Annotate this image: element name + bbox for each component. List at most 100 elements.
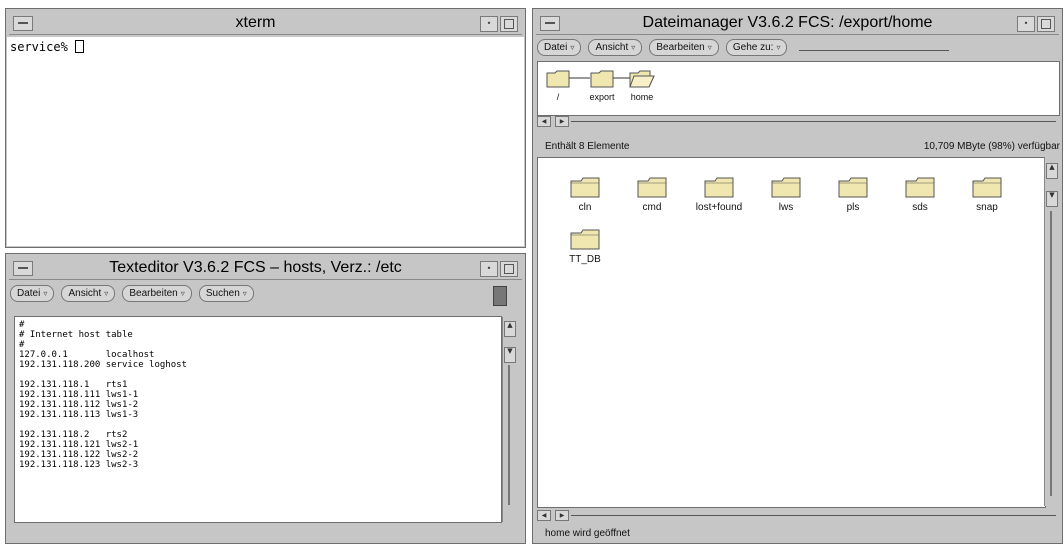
menu-suchen-button[interactable]: Suchen ▿	[198, 285, 254, 302]
breadcrumb-home[interactable]: home	[624, 68, 660, 102]
folder-item[interactable]: lws	[751, 176, 821, 213]
folder-icon	[972, 177, 1002, 198]
menu-arrow-icon: ▿	[43, 289, 48, 298]
breadcrumb-export[interactable]: export	[584, 68, 620, 102]
folder-label: lws	[778, 202, 794, 213]
text-area[interactable]: # # Internet host table #127.0.0.1 localho…	[14, 316, 502, 523]
folder-icon	[546, 70, 570, 88]
text-line: 192.131.118.122 lws2-2	[19, 450, 139, 460]
text-line: 192.131.118.2 rts2	[19, 430, 128, 440]
menu-arrow-icon: ▿	[104, 289, 109, 298]
text-line: 192.131.118.111 lws1-1	[19, 390, 139, 400]
scroll-left-icon[interactable]: ◀	[537, 510, 551, 521]
folder-item[interactable]: sds	[885, 176, 955, 213]
filemanager-window: Dateimanager V3.6.2 FCS: /export/home • …	[532, 8, 1063, 544]
folder-icon	[637, 177, 667, 198]
folder-label: cmd	[642, 202, 662, 213]
text-vertical-scrollbar[interactable]: ▲ ▼	[502, 317, 516, 522]
maximize-icon[interactable]	[500, 16, 518, 32]
folder-icon	[905, 177, 935, 198]
drop-target-icon[interactable]	[493, 286, 507, 306]
texteditor-menubar: Datei ▿ Ansicht ▿ Bearbeiten ▿ Suchen ▿	[10, 282, 521, 304]
folder-icon	[590, 70, 614, 88]
window-menu-icon[interactable]	[13, 16, 33, 31]
free-space: 10,709 MByte (98%) verfügbar	[923, 141, 1060, 152]
text-line: #	[19, 340, 25, 350]
folder-item[interactable]: snap	[952, 176, 1022, 213]
menu-datei-button[interactable]: Datei ▿	[10, 285, 55, 302]
folder-item[interactable]: TT_DB	[550, 228, 620, 265]
folder-label: snap	[976, 202, 998, 213]
menu-arrow-icon: ▿	[707, 43, 712, 52]
menu-arrow-icon: ▿	[180, 289, 185, 298]
menu-arrow-icon: ▿	[631, 43, 636, 52]
xterm-terminal[interactable]: service%	[7, 37, 524, 246]
terminal-prompt: service%	[10, 40, 76, 54]
texteditor-titlebar[interactable]: Texteditor V3.6.2 FCS – hosts, Verz.: /e…	[9, 257, 522, 280]
scroll-right-icon[interactable]: ▶	[555, 116, 569, 127]
folder-label: sds	[912, 202, 928, 213]
menu-ansicht-button[interactable]: Ansicht ▿	[61, 285, 116, 302]
menu-bearbeiten-button[interactable]: Bearbeiten ▿	[122, 285, 192, 302]
folder-horizontal-scrollbar[interactable]: ◀ ▶	[537, 510, 1058, 521]
folder-label: pls	[846, 202, 860, 213]
text-line: 192.131.118.123 lws2-3	[19, 460, 139, 470]
folder-item[interactable]: pls	[818, 176, 888, 213]
maximize-icon[interactable]	[500, 261, 518, 277]
folder-vertical-scrollbar[interactable]: ▲ ▼	[1044, 157, 1058, 506]
folder-label: TT_DB	[569, 254, 601, 265]
folder-view[interactable]: cln cmd lost+found lws pls sds snap TT_DB	[537, 157, 1046, 508]
folder-icon	[704, 177, 734, 198]
scroll-down-icon[interactable]: ▼	[1046, 191, 1058, 207]
menu-gehe-zu-button[interactable]: Gehe zu: ▿	[725, 39, 788, 56]
filemanager-titlebar[interactable]: Dateimanager V3.6.2 FCS: /export/home •	[536, 12, 1059, 35]
folder-item[interactable]: lost+found	[684, 176, 754, 213]
filemanager-title: Dateimanager V3.6.2 FCS: /export/home	[642, 14, 933, 31]
maximize-icon[interactable]	[1037, 16, 1055, 32]
filemanager-menubar: Datei ▿ Ansicht ▿ Bearbeiten ▿ Gehe zu: ▿	[537, 36, 1058, 58]
folder-label: lost+found	[695, 202, 743, 213]
path-breadcrumb: / export home	[537, 61, 1060, 116]
folder-item[interactable]: cln	[550, 176, 620, 213]
text-line: 127.0.0.1 localhost	[19, 350, 155, 360]
menu-arrow-icon: ▿	[776, 43, 781, 52]
menu-bearbeiten-button[interactable]: Bearbeiten ▿	[649, 39, 719, 56]
scroll-up-icon[interactable]: ▲	[1046, 163, 1058, 179]
minimize-icon[interactable]: •	[1017, 16, 1035, 32]
scroll-right-icon[interactable]: ▶	[555, 510, 569, 521]
folder-icon	[771, 177, 801, 198]
text-line	[19, 370, 187, 380]
folder-item[interactable]: cmd	[617, 176, 687, 213]
menu-arrow-icon: ▿	[242, 289, 247, 298]
breadcrumb-root[interactable]: /	[544, 68, 572, 102]
folder-icon	[570, 229, 600, 250]
open-folder-icon	[629, 70, 655, 88]
goto-path-field[interactable]	[798, 50, 949, 51]
text-line: 192.131.118.1 rts1	[19, 380, 128, 390]
window-menu-icon[interactable]	[540, 16, 560, 31]
minimize-icon[interactable]: •	[480, 16, 498, 32]
window-menu-icon[interactable]	[13, 261, 33, 276]
menu-ansicht-button[interactable]: Ansicht ▿	[588, 39, 643, 56]
scroll-up-icon[interactable]: ▲	[504, 321, 516, 337]
text-content: # # Internet host table #127.0.0.1 localho…	[19, 320, 187, 470]
folder-label: cln	[578, 202, 592, 213]
path-horizontal-scrollbar[interactable]: ◀ ▶	[537, 116, 1058, 127]
scroll-down-icon[interactable]: ▼	[504, 347, 516, 363]
minimize-icon[interactable]: •	[480, 261, 498, 277]
text-line: # Internet host table	[19, 330, 133, 340]
xterm-titlebar[interactable]: xterm •	[9, 12, 522, 35]
item-count: Enthält 8 Elemente	[545, 141, 630, 152]
texteditor-window: Texteditor V3.6.2 FCS – hosts, Verz.: /e…	[5, 253, 526, 544]
text-line: #	[19, 320, 25, 330]
text-line: 192.131.118.113 lws1-3	[19, 410, 139, 420]
scroll-left-icon[interactable]: ◀	[537, 116, 551, 127]
texteditor-title: Texteditor V3.6.2 FCS – hosts, Verz.: /e…	[109, 259, 402, 276]
menu-datei-button[interactable]: Datei ▿	[537, 39, 582, 56]
text-line: 192.131.118.200 service loghost	[19, 360, 187, 370]
folder-icon	[838, 177, 868, 198]
text-line: 192.131.118.112 lws1-2	[19, 400, 139, 410]
folder-icon	[570, 177, 600, 198]
xterm-title: xterm	[235, 14, 276, 31]
text-line: 192.131.118.121 lws2-1	[19, 440, 139, 450]
